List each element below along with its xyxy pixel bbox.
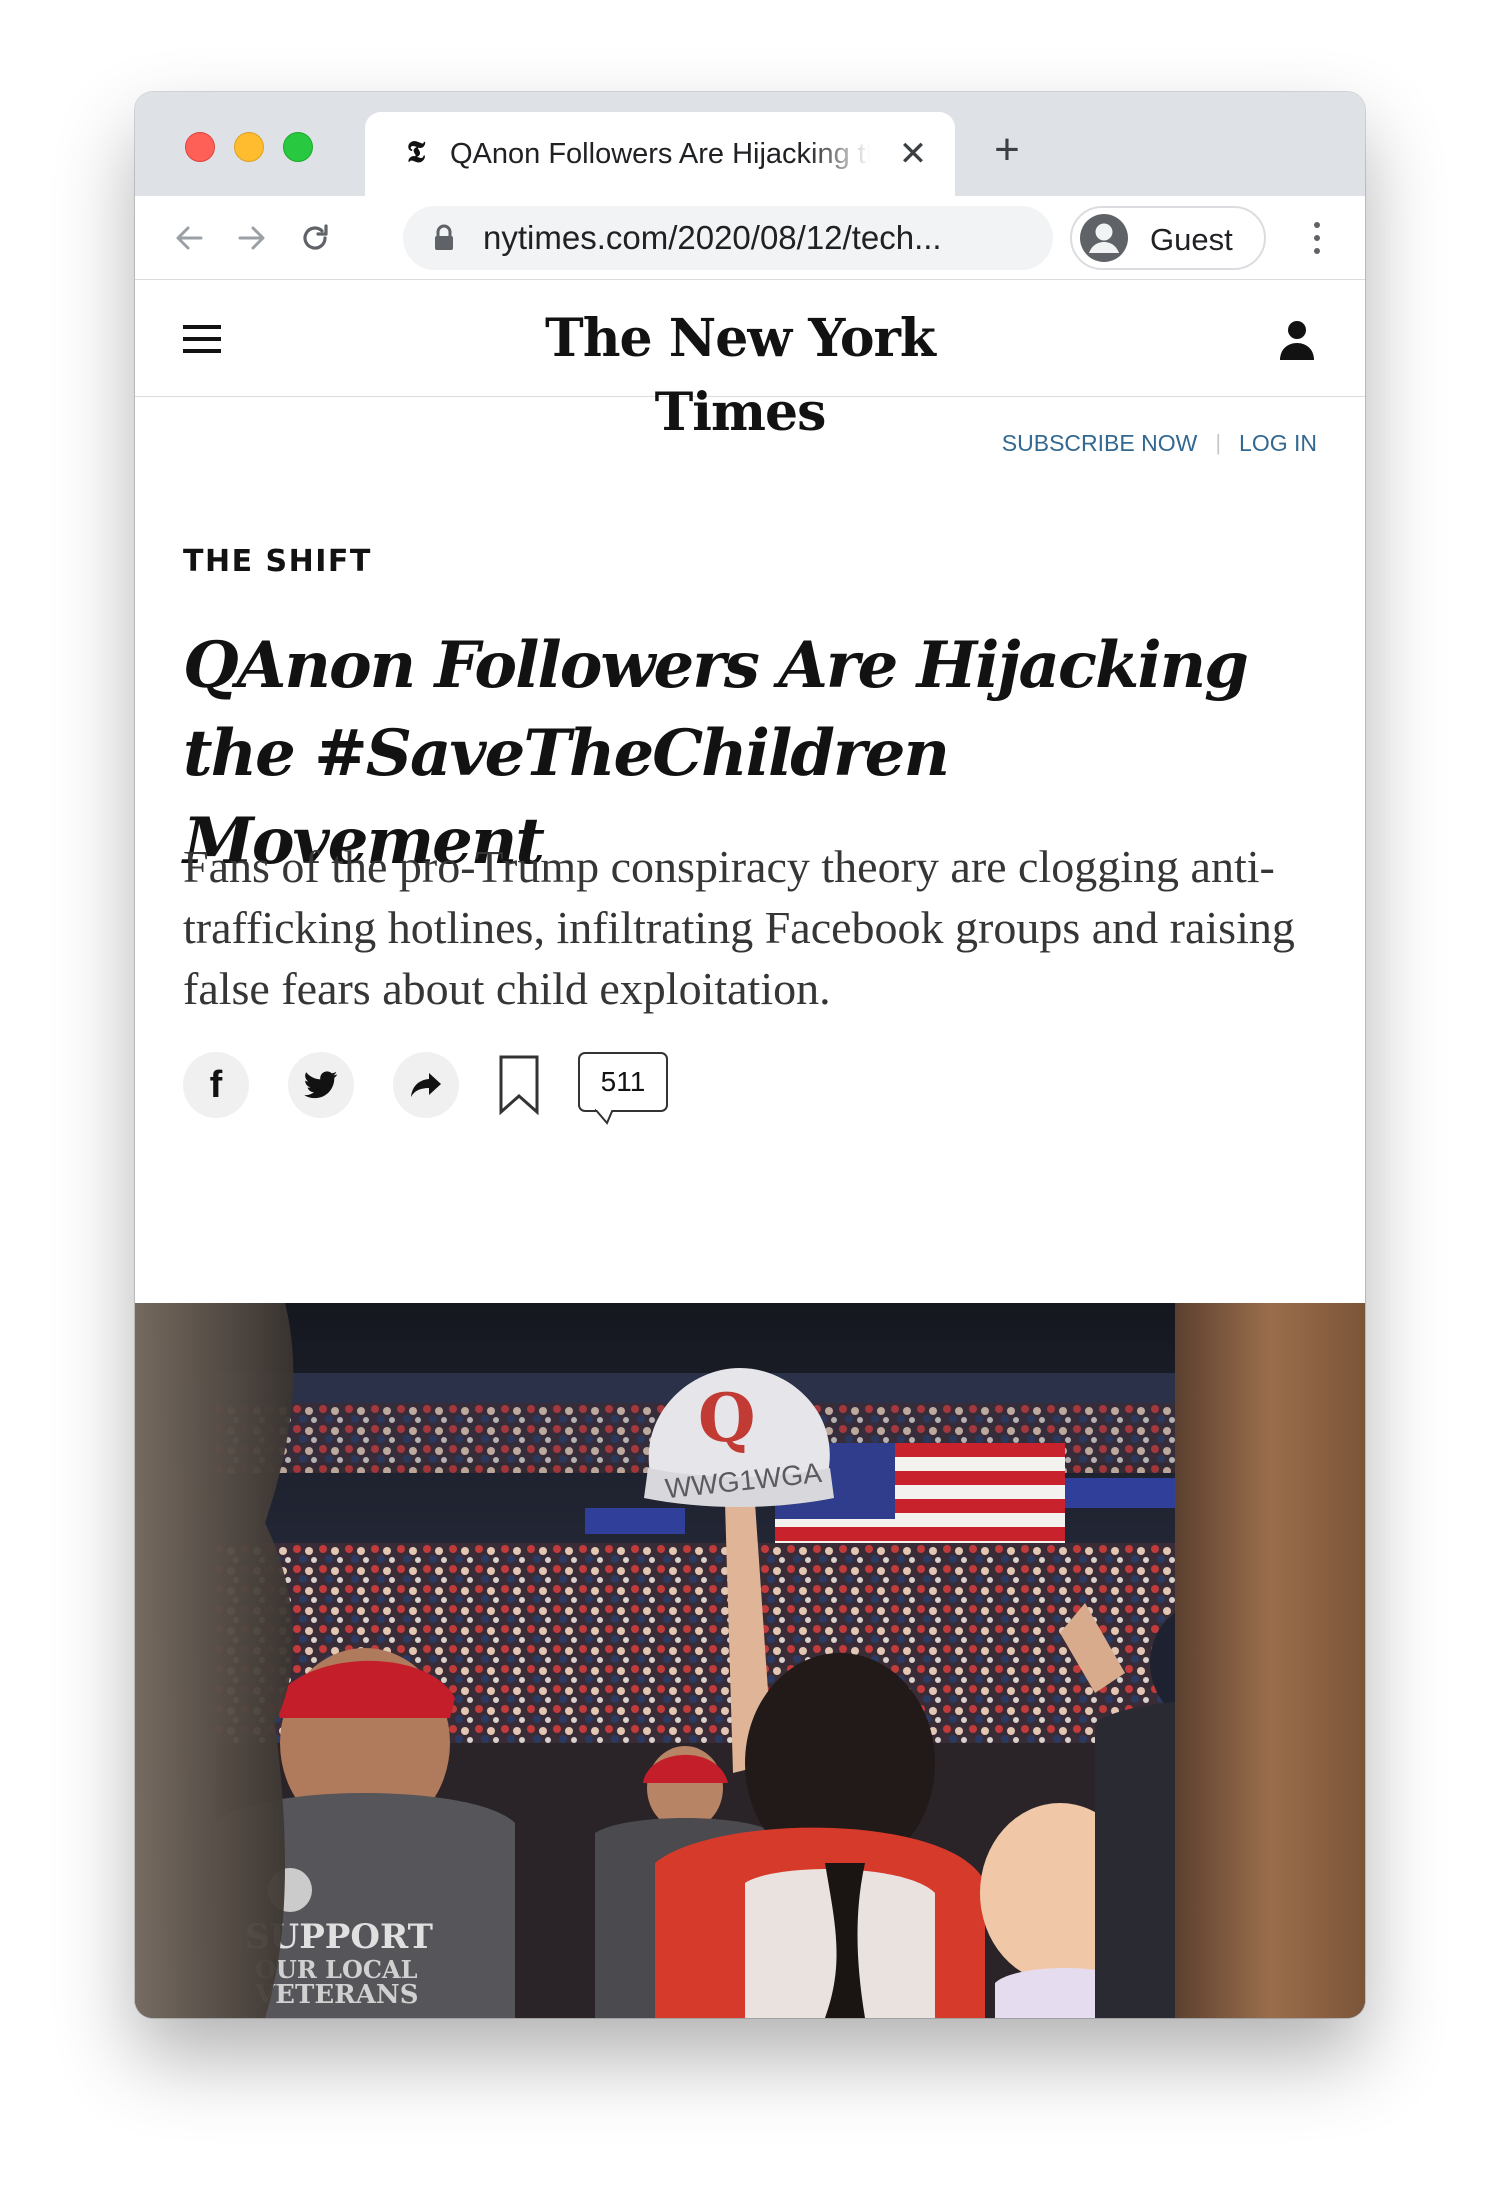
account-icon[interactable]	[1277, 318, 1317, 362]
active-tab[interactable]: 𝕿 QAnon Followers Are Hijacking the #Sav…	[365, 112, 955, 196]
screenshot-stage: 𝕿 QAnon Followers Are Hijacking the #Sav…	[0, 0, 1502, 2201]
minimize-window-button[interactable]	[234, 132, 264, 162]
profile-label: Guest	[1150, 222, 1233, 257]
hat-q: Q	[698, 1379, 756, 1457]
article-hero-photo[interactable]: SUPPORT OUR LOCAL VETERANS Q WWG1WGA	[135, 1303, 1365, 2018]
share-arrow-icon	[411, 1073, 441, 1097]
lock-icon	[435, 224, 453, 250]
section-kicker[interactable]: THE SHIFT	[183, 544, 372, 579]
facebook-icon: f	[209, 1064, 223, 1106]
shirt-text-3: VETERANS	[254, 1980, 418, 2010]
auth-separator: |	[1215, 430, 1222, 455]
rally-photo-illustration: SUPPORT OUR LOCAL VETERANS Q WWG1WGA	[135, 1303, 1365, 2018]
reload-button[interactable]	[291, 214, 339, 262]
browser-toolbar: nytimes.com/2020/08/12/tech... Guest	[135, 196, 1365, 280]
new-tab-button[interactable]: +	[985, 128, 1029, 172]
twitter-icon	[304, 1071, 338, 1099]
hamburger-menu-icon[interactable]	[183, 325, 221, 353]
twitter-share-button[interactable]	[288, 1052, 354, 1118]
reload-icon	[303, 224, 328, 250]
arrow-right-icon	[238, 226, 265, 250]
subscribe-now-link[interactable]: SUBSCRIBE NOW	[1002, 428, 1198, 458]
browser-menu-icon[interactable]	[1301, 216, 1333, 260]
auth-links: SUBSCRIBE NOW | LOG IN	[1002, 428, 1317, 458]
comment-bubble-tail	[595, 1109, 622, 1125]
address-bar[interactable]: nytimes.com/2020/08/12/tech...	[403, 206, 1053, 270]
guest-avatar-icon	[1080, 214, 1128, 262]
web-page: The New York Times SUBSCRIBE NOW | LOG I…	[135, 280, 1365, 2018]
close-window-button[interactable]	[185, 132, 215, 162]
facebook-share-button[interactable]: f	[183, 1052, 249, 1118]
tab-close-icon[interactable]: ✕	[893, 134, 933, 174]
nyt-favicon-icon: 𝕿	[406, 135, 426, 170]
browser-window: 𝕿 QAnon Followers Are Hijacking the #Sav…	[135, 92, 1365, 2018]
arrow-left-icon	[176, 226, 203, 250]
back-button[interactable]	[165, 214, 213, 262]
maximize-window-button[interactable]	[283, 132, 313, 162]
article-summary: Fans of the pro-Trump conspiracy theory …	[183, 841, 1295, 1014]
more-share-button[interactable]	[393, 1052, 459, 1118]
site-header: The New York Times	[135, 280, 1365, 443]
bookmark-icon[interactable]	[498, 1055, 540, 1115]
tab-strip: 𝕿 QAnon Followers Are Hijacking the #Sav…	[135, 92, 1365, 196]
nyt-masthead-logo[interactable]: The New York Times	[475, 302, 1005, 443]
comments-button[interactable]: 511	[578, 1052, 668, 1112]
url-text[interactable]: nytimes.com/2020/08/12/tech...	[483, 216, 1038, 260]
tab-title: QAnon Followers Are Hijacking the #SaveT…	[450, 138, 870, 170]
log-in-link[interactable]: LOG IN	[1239, 428, 1317, 458]
forward-button[interactable]	[228, 214, 276, 262]
profile-button[interactable]: Guest	[1070, 206, 1266, 270]
